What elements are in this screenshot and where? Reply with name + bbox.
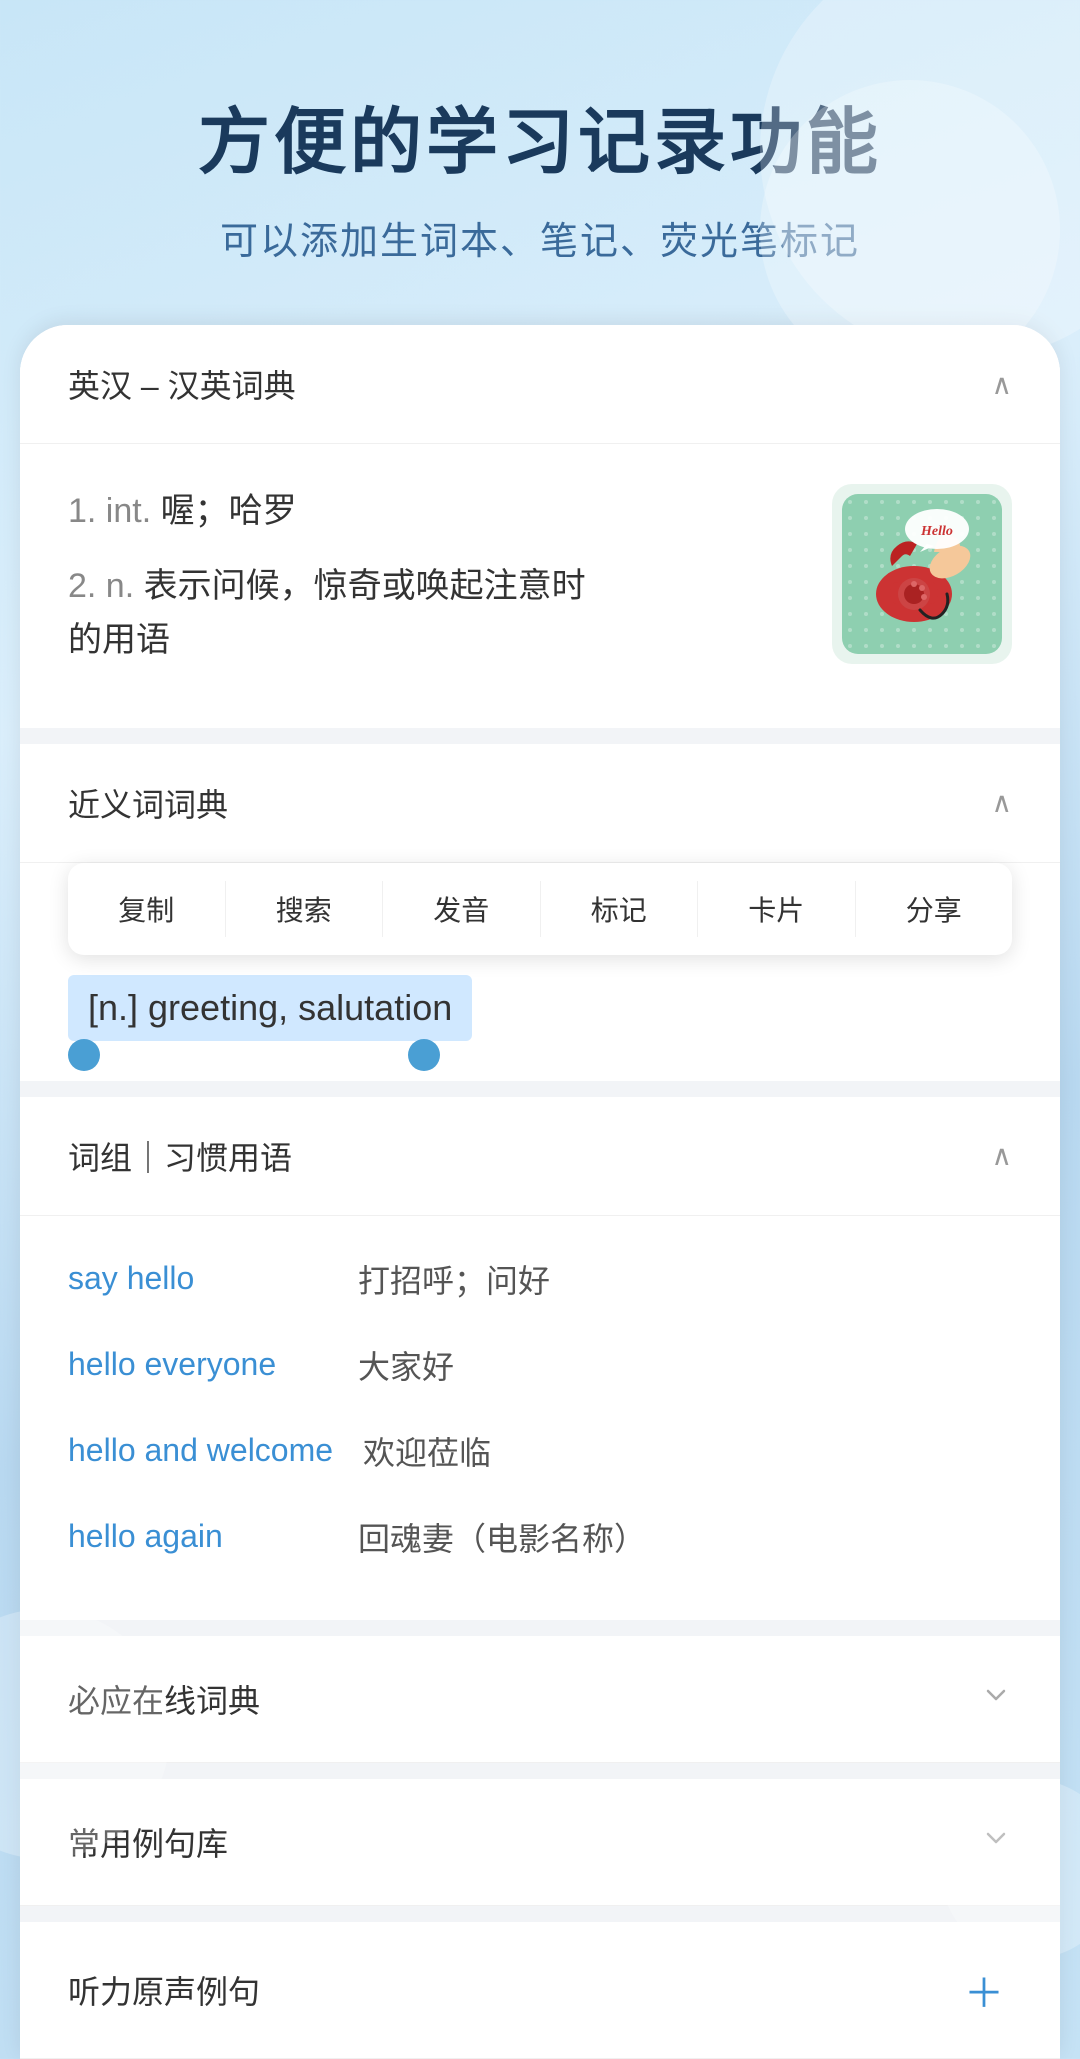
context-pronounce-btn[interactable]: 发音 — [383, 881, 541, 937]
list-item[interactable]: hello and welcome 欢迎莅临 — [68, 1408, 1012, 1494]
synonyms-chevron-up-icon: ∧ — [992, 786, 1013, 819]
context-search-btn[interactable]: 搜索 — [226, 881, 384, 937]
dict-chevron-up-icon: ∧ — [992, 368, 1013, 401]
hello-illustration: Hello — [832, 484, 1012, 664]
list-item[interactable]: hello everyone 大家好 — [68, 1322, 1012, 1408]
svg-text:Hello: Hello — [920, 524, 953, 539]
phrase-zh-4: 回魂妻（电影名称） — [358, 1514, 646, 1560]
phrases-chevron-up-icon: ∧ — [992, 1139, 1013, 1172]
biyingonline-chevron-down-icon — [980, 1679, 1012, 1718]
phrases-section-header[interactable]: 词组｜习惯用语 ∧ — [20, 1097, 1060, 1216]
phrase-zh-1: 打招呼；问好 — [358, 1256, 550, 1302]
listening-plus-button[interactable]: ＋ — [956, 1962, 1012, 2018]
selection-handle-right — [408, 1039, 440, 1071]
list-item[interactable]: say hello 打招呼；问好 — [68, 1236, 1012, 1322]
list-item[interactable]: hello again 回魂妻（电影名称） — [68, 1494, 1012, 1580]
dict-section: 英汉 – 汉英词典 ∧ 1. int. 喔；哈罗 2. n. 表示问候，惊奇或唤… — [20, 325, 1060, 727]
def-num-2: 2. n. — [68, 567, 134, 605]
context-share-btn[interactable]: 分享 — [856, 881, 1013, 937]
context-card-btn[interactable]: 卡片 — [698, 881, 856, 937]
biyingonline-section-header[interactable]: 必应在线词典 — [20, 1636, 1060, 1763]
listening-title: 听力原声例句 — [68, 1967, 260, 2013]
phrase-en-2: hello everyone — [68, 1346, 328, 1383]
common-sentences-section-header[interactable]: 常用例句库 — [20, 1779, 1060, 1906]
def-num-1: 1. int. — [68, 492, 151, 530]
listening-section-header[interactable]: 听力原声例句 ＋ — [20, 1922, 1060, 2059]
context-menu: 复制 搜索 发音 标记 卡片 分享 — [68, 863, 1012, 955]
synonyms-section: 近义词词典 ∧ 复制 搜索 发音 标记 卡片 分享 [n.] greeting,… — [20, 744, 1060, 1081]
phrases-section-title: 词组｜习惯用语 — [68, 1133, 292, 1179]
selection-handle-left — [68, 1039, 100, 1071]
phrases-content: say hello 打招呼；问好 hello everyone 大家好 hell… — [20, 1216, 1060, 1620]
phrase-zh-2: 大家好 — [358, 1342, 454, 1388]
common-sentences-section: 常用例句库 — [20, 1779, 1060, 1906]
phrases-section: 词组｜习惯用语 ∧ say hello 打招呼；问好 hello everyon… — [20, 1097, 1060, 1620]
biyingonline-section: 必应在线词典 — [20, 1636, 1060, 1763]
selected-text-area: [n.] greeting, salutation — [20, 955, 1060, 1081]
phrase-en-4: hello again — [68, 1518, 328, 1555]
dict-def-1: 1. int. 喔；哈罗 — [68, 484, 802, 538]
dict-definitions: 1. int. 喔；哈罗 2. n. 表示问候，惊奇或唤起注意时的用语 — [68, 484, 802, 687]
phrase-en-3: hello and welcome — [68, 1432, 333, 1469]
dict-section-title: 英汉 – 汉英词典 — [68, 361, 296, 407]
synonyms-section-header[interactable]: 近义词词典 ∧ — [20, 744, 1060, 863]
selected-text: [n.] greeting, salutation — [68, 975, 472, 1041]
main-card: 英汉 – 汉英词典 ∧ 1. int. 喔；哈罗 2. n. 表示问候，惊奇或唤… — [20, 325, 1060, 2058]
phrase-en-1: say hello — [68, 1260, 328, 1297]
synonyms-section-title: 近义词词典 — [68, 780, 228, 826]
dict-def-2: 2. n. 表示问候，惊奇或唤起注意时的用语 — [68, 559, 802, 668]
dict-content: 1. int. 喔；哈罗 2. n. 表示问候，惊奇或唤起注意时的用语 — [20, 444, 1060, 727]
listening-section: 听力原声例句 ＋ — [20, 1922, 1060, 2059]
context-copy-btn[interactable]: 复制 — [68, 881, 226, 937]
phrase-zh-3: 欢迎莅临 — [363, 1428, 491, 1474]
context-mark-btn[interactable]: 标记 — [541, 881, 699, 937]
decorative-blob-2 — [760, 80, 1060, 380]
